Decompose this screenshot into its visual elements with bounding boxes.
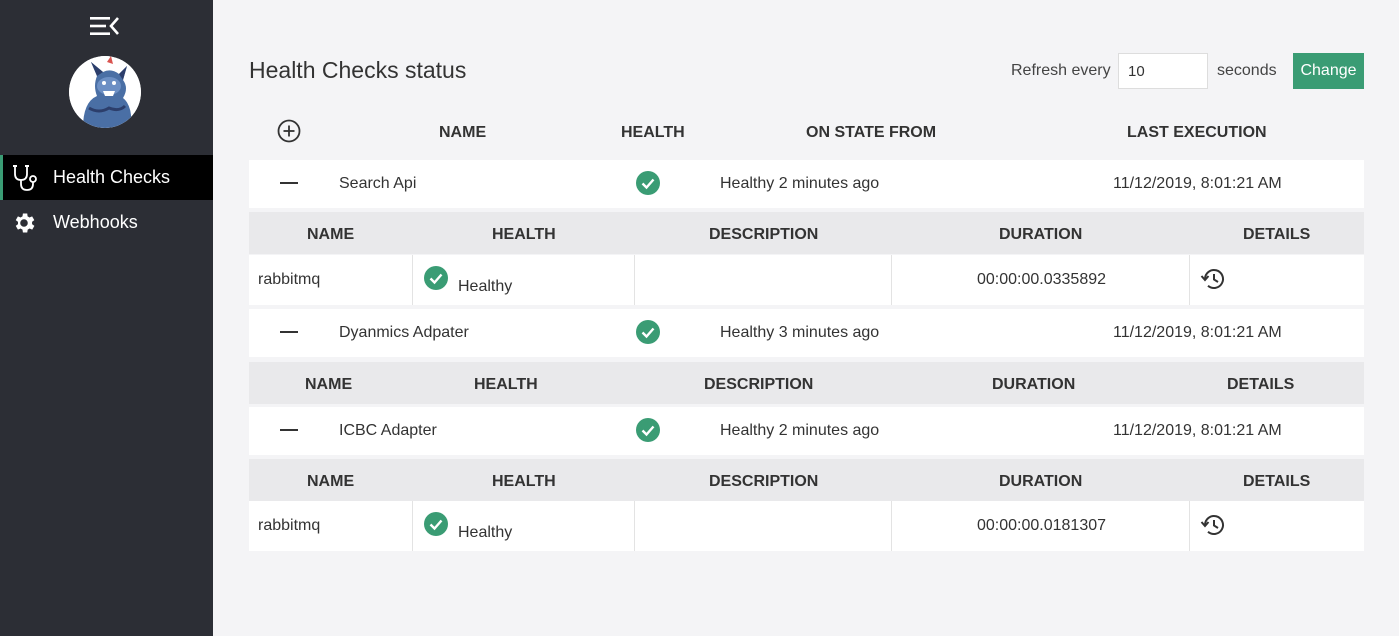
history-icon[interactable]	[1200, 512, 1226, 538]
check-name: Dyanmics Adpater	[339, 324, 469, 341]
check-last-execution: 11/12/2019, 8:01:21 AM	[1113, 175, 1282, 192]
entries-header-name: NAME	[305, 376, 353, 393]
collapse-button[interactable]	[273, 319, 305, 347]
sidebar: Health Checks Webhooks	[0, 0, 213, 636]
minus-icon[interactable]	[280, 331, 298, 333]
check-circle-icon	[424, 266, 448, 290]
entries-header-description: DESCRIPTION	[709, 473, 819, 490]
refresh-label: Refresh every	[1011, 62, 1111, 79]
check-state: Healthy 3 minutes ago	[720, 324, 880, 341]
entries-header-name: NAME	[307, 226, 355, 243]
entries-header-description: DESCRIPTION	[704, 376, 814, 393]
sidebar-item-label: Webhooks	[53, 212, 138, 232]
entries-header-health: HEALTH	[492, 473, 556, 490]
entry-description-cell	[635, 501, 892, 551]
sidebar-item-webhooks[interactable]: Webhooks	[0, 200, 213, 245]
entry-health: Healthy	[458, 524, 513, 541]
entries-header-details: DETAILS	[1243, 226, 1311, 243]
entry-duration: 00:00:00.0181307	[977, 517, 1107, 534]
check-state: Healthy 2 minutes ago	[720, 175, 880, 192]
column-header-health: HEALTH	[621, 124, 685, 141]
mascot-logo	[69, 56, 141, 128]
health-check-row[interactable]: Search Api Healthy 2 minutes ago 11/12/2…	[249, 160, 1364, 208]
entry-name: rabbitmq	[258, 517, 321, 534]
minus-icon[interactable]	[280, 429, 298, 431]
entries-header: NAME HEALTH DESCRIPTION DURATION DETAILS	[249, 362, 1364, 404]
sidebar-item-health-checks[interactable]: Health Checks	[0, 155, 213, 200]
gear-icon	[9, 208, 39, 238]
column-header-last-execution: LAST EXECUTION	[1127, 124, 1267, 141]
history-icon[interactable]	[1200, 266, 1226, 292]
stethoscope-icon	[9, 163, 39, 193]
column-header-name: NAME	[439, 124, 487, 141]
entry-description-cell	[635, 255, 892, 305]
menu-collapse-icon[interactable]	[90, 15, 120, 37]
entry-health: Healthy	[458, 278, 513, 295]
entries-header-name: NAME	[307, 473, 355, 490]
check-circle-icon	[636, 171, 660, 195]
check-circle-icon	[636, 320, 660, 344]
check-name: Search Api	[339, 175, 417, 192]
check-circle-icon	[636, 418, 660, 442]
minus-icon[interactable]	[280, 182, 298, 184]
entry-duration: 00:00:00.0335892	[977, 271, 1107, 288]
collapse-button[interactable]	[273, 417, 305, 445]
entry-row: rabbitmq Healthy 00:00:00.0335892	[249, 255, 1364, 305]
entries-header-duration: DURATION	[992, 376, 1076, 393]
entry-row: rabbitmq Healthy 00:00:00.0181307	[249, 501, 1364, 551]
entries-header-details: DETAILS	[1227, 376, 1295, 393]
seconds-label: seconds	[1217, 62, 1277, 79]
change-button[interactable]: Change	[1293, 53, 1364, 89]
page-title: Health Checks status	[249, 57, 467, 83]
entries-header: NAME HEALTH DESCRIPTION DURATION DETAILS	[249, 212, 1364, 254]
entries-header-health: HEALTH	[474, 376, 538, 393]
entries-header-duration: DURATION	[999, 226, 1083, 243]
sidebar-item-label: Health Checks	[53, 167, 171, 187]
health-check-row[interactable]: ICBC Adapter Healthy 2 minutes ago 11/12…	[249, 407, 1364, 455]
column-header-state: ON STATE FROM	[806, 124, 937, 141]
refresh-interval-input[interactable]	[1118, 53, 1208, 89]
check-name: ICBC Adapter	[339, 422, 437, 439]
collapse-button[interactable]	[273, 170, 305, 198]
check-last-execution: 11/12/2019, 8:01:21 AM	[1113, 324, 1282, 341]
check-last-execution: 11/12/2019, 8:01:21 AM	[1113, 422, 1282, 439]
entries-header-description: DESCRIPTION	[709, 226, 819, 243]
check-circle-icon	[424, 512, 448, 536]
entries-header-duration: DURATION	[999, 473, 1083, 490]
add-circle-icon[interactable]	[277, 119, 301, 143]
entries-header: NAME HEALTH DESCRIPTION DURATION DETAILS	[249, 459, 1364, 501]
health-check-row[interactable]: Dyanmics Adpater Healthy 3 minutes ago 1…	[249, 309, 1364, 357]
entry-name: rabbitmq	[258, 271, 321, 288]
entries-header-health: HEALTH	[492, 226, 556, 243]
check-state: Healthy 2 minutes ago	[720, 422, 880, 439]
entries-header-details: DETAILS	[1243, 473, 1311, 490]
